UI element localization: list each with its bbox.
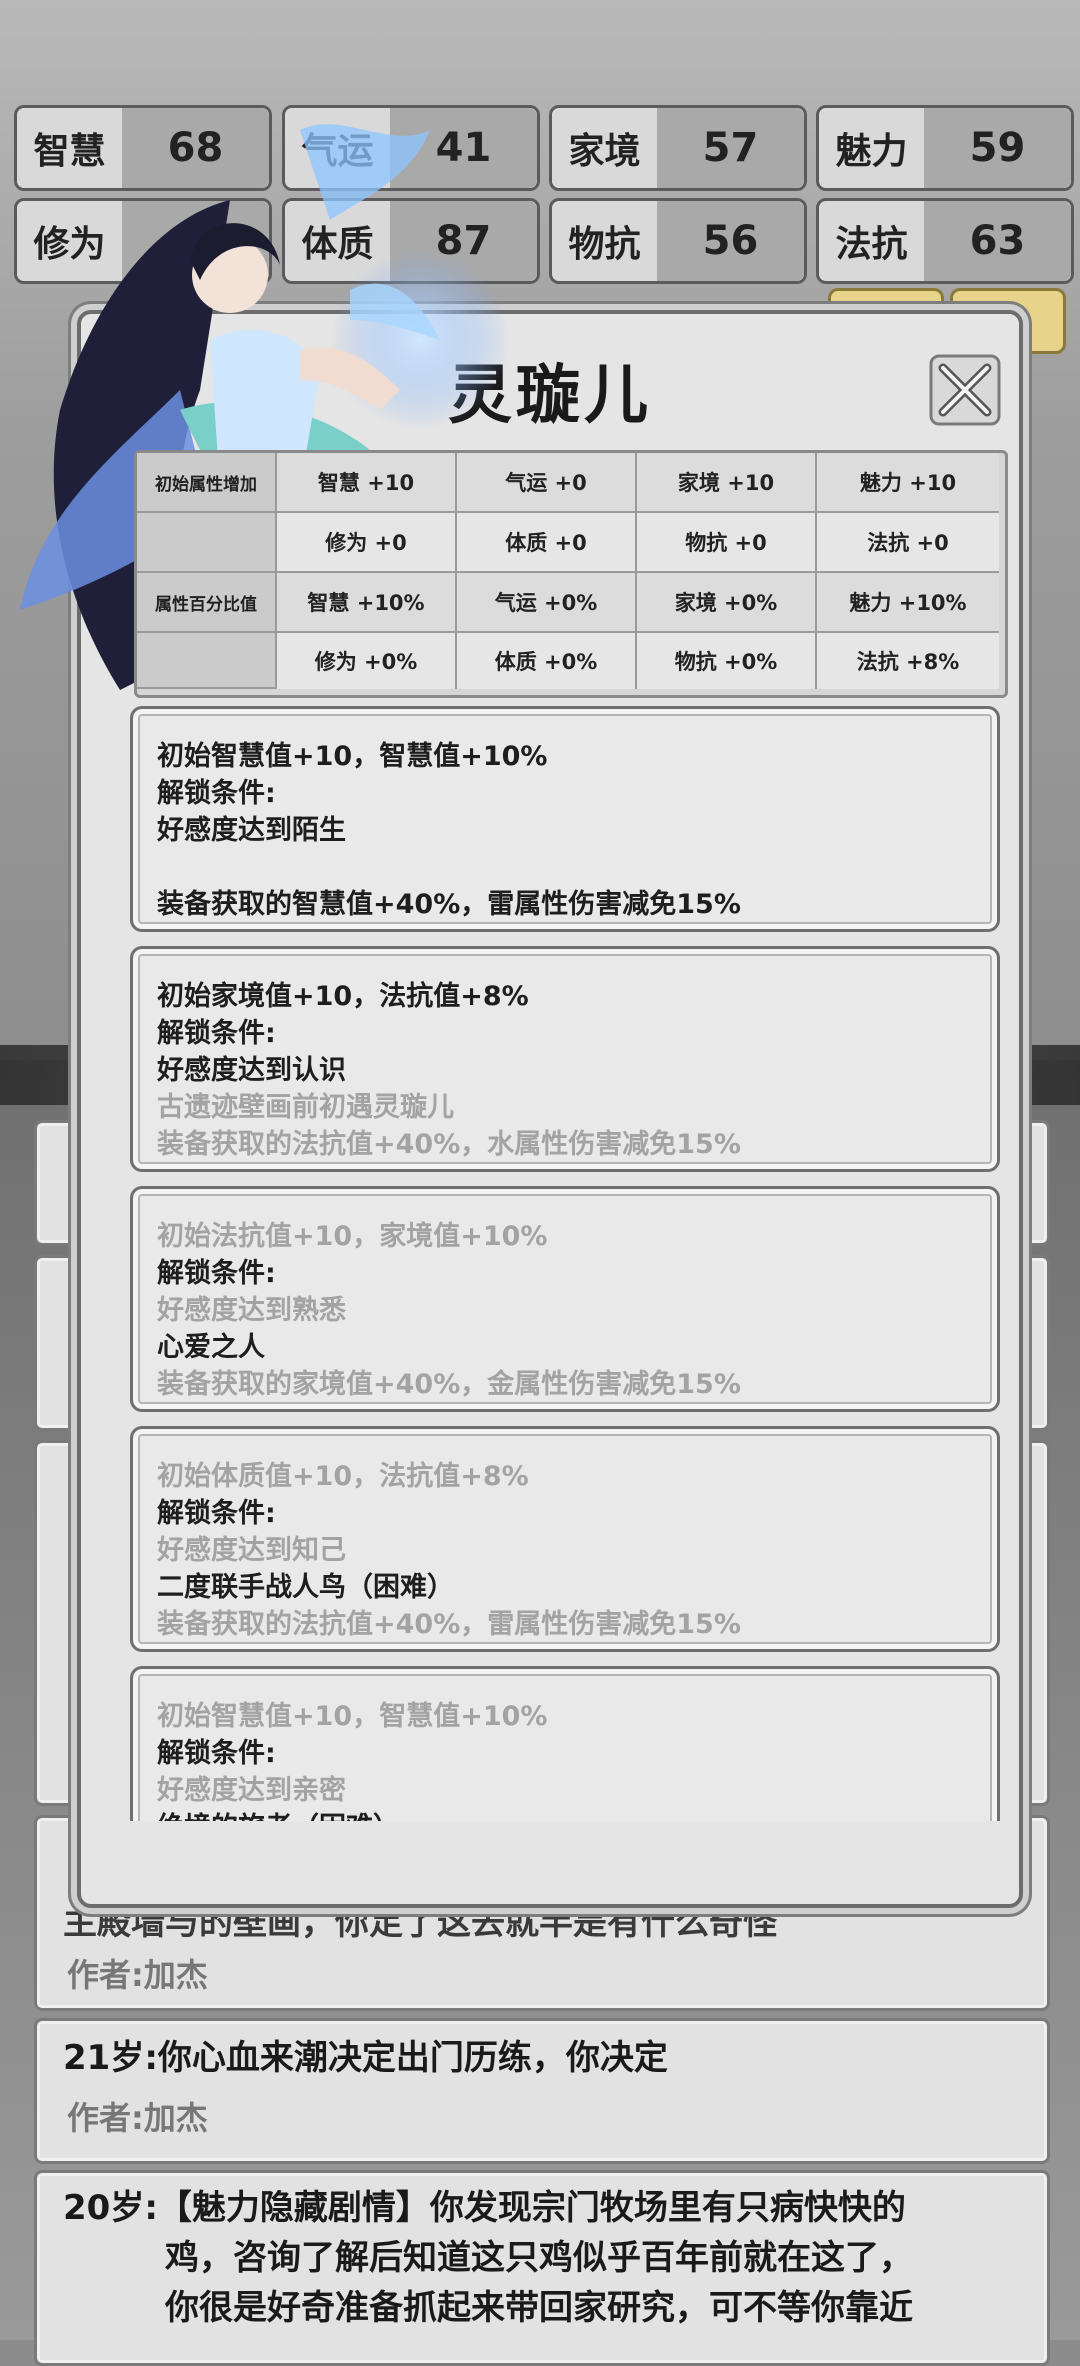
log-text: 鸡，咨询了解后知道这只鸡似乎百年前就在这了，	[165, 2238, 913, 2278]
card-effect: 初始家境值+10，法抗值+8%	[157, 981, 529, 1012]
card-condition: 心爱之人	[157, 1332, 265, 1363]
table-cell: 物抗 +0	[637, 513, 817, 573]
table-cell: 气运 +0	[457, 453, 637, 513]
log-entry: 20岁:【魅力隐藏剧情】你发现宗门牧场里有只病快快的 鸡，咨询了解后知道这只鸡似…	[34, 2170, 1050, 2366]
table-cell: 智慧 +10	[277, 453, 457, 513]
table-cell: 魅力 +10%	[817, 573, 999, 633]
card-effect: 初始智慧值+10，智慧值+10%	[157, 1701, 548, 1732]
table-cell: 修为 +0	[277, 513, 457, 573]
log-text: 20岁:【魅力隐藏剧情】你发现宗门牧场里有只病快快的	[63, 2188, 906, 2228]
stat-box-family: 家境 57	[549, 105, 807, 191]
card-unlock-label: 解锁条件:	[157, 778, 276, 809]
bond-card: 初始家境值+10，法抗值+8% 解锁条件: 好感度达到认识 古遗迹壁画前初遇灵璇…	[130, 946, 1000, 1172]
close-icon[interactable]	[929, 354, 1001, 426]
stat-value: 57	[657, 108, 804, 188]
table-cell: 体质 +0%	[457, 633, 637, 689]
table-row-header-empty	[137, 513, 277, 573]
card-condition: 好感度达到知己	[157, 1535, 346, 1566]
table-row-header: 初始属性增加	[137, 453, 277, 513]
table-row-header: 属性百分比值	[137, 573, 277, 633]
stat-label: 家境	[552, 108, 657, 188]
table-cell: 家境 +0%	[637, 573, 817, 633]
card-effect: 初始体质值+10，法抗值+8%	[157, 1461, 529, 1492]
table-cell: 法抗 +0	[817, 513, 999, 573]
stat-box-charm: 魅力 59	[816, 105, 1074, 191]
bond-card: 初始法抗值+10，家境值+10% 解锁条件: 好感度达到熟悉 心爱之人 装备获取…	[130, 1186, 1000, 1412]
card-equip-bonus: 装备获取的家境值+40%，金属性伤害减免15%	[157, 1369, 741, 1400]
stat-value: 63	[924, 201, 1071, 281]
card-condition: 好感度达到认识	[157, 1055, 346, 1086]
table-cell: 法抗 +8%	[817, 633, 999, 689]
stat-value: 59	[924, 108, 1071, 188]
card-condition: 好感度达到熟悉	[157, 1295, 346, 1326]
stat-value: 56	[657, 201, 804, 281]
card-condition: 绝境的旅者（困难）	[157, 1805, 400, 1821]
bond-card: 初始智慧值+10，智慧值+10% 解锁条件: 好感度达到陌生 装备获取的智慧值+…	[130, 706, 1000, 932]
stat-box-physical-resist: 物抗 56	[549, 198, 807, 284]
card-unlock-label: 解锁条件:	[157, 1018, 276, 1049]
table-cell: 智慧 +10%	[277, 573, 457, 633]
stat-box-magic-resist: 法抗 63	[816, 198, 1074, 284]
table-cell: 家境 +10	[637, 453, 817, 513]
card-condition: 二度联手战人鸟（困难）	[157, 1572, 454, 1603]
card-unlock-label: 解锁条件:	[157, 1498, 276, 1529]
log-author: 作者:加杰	[67, 2099, 208, 2137]
card-unlock-label: 解锁条件:	[157, 1738, 276, 1769]
table-cell: 气运 +0%	[457, 573, 637, 633]
table-cell: 魅力 +10	[817, 453, 999, 513]
card-condition: 古遗迹壁画前初遇灵璇儿	[157, 1092, 454, 1123]
attribute-table: 初始属性增加 属性百分比值 智慧 +10 气运 +0 家境 +10 魅力 +10…	[134, 450, 1008, 698]
table-cell: 物抗 +0%	[637, 633, 817, 689]
bond-card-list[interactable]: 初始智慧值+10，智慧值+10% 解锁条件: 好感度达到陌生 装备获取的智慧值+…	[130, 706, 1000, 1821]
card-condition: 好感度达到亲密	[157, 1775, 346, 1806]
bond-card: 初始智慧值+10，智慧值+10% 解锁条件: 好感度达到亲密 绝境的旅者（困难）	[130, 1666, 1000, 1821]
stat-label: 法抗	[819, 201, 924, 281]
table-cell: 体质 +0	[457, 513, 637, 573]
card-equip-bonus: 装备获取的法抗值+40%，水属性伤害减免15%	[157, 1129, 741, 1160]
card-condition: 好感度达到陌生	[157, 815, 346, 846]
log-text: 你很是好奇准备抓起来带回家研究，可不等你靠近	[165, 2288, 913, 2328]
log-entry: 21岁:你心血来潮决定出门历练，你决定 作者:加杰	[34, 2018, 1050, 2164]
card-equip-bonus: 装备获取的智慧值+40%，雷属性伤害减免15%	[157, 889, 741, 920]
table-cell: 修为 +0%	[277, 633, 457, 689]
card-unlock-label: 解锁条件:	[157, 1258, 276, 1289]
card-equip-bonus: 装备获取的法抗值+40%，雷属性伤害减免15%	[157, 1609, 741, 1640]
stat-label: 魅力	[819, 108, 924, 188]
log-author: 作者:加杰	[67, 1956, 208, 1994]
bond-card: 初始体质值+10，法抗值+8% 解锁条件: 好感度达到知己 二度联手战人鸟（困难…	[130, 1426, 1000, 1652]
card-effect: 初始法抗值+10，家境值+10%	[157, 1221, 548, 1252]
card-effect: 初始智慧值+10，智慧值+10%	[157, 741, 548, 772]
table-row-header-empty	[137, 633, 277, 689]
log-text: 21岁:你心血来潮决定出门历练，你决定	[63, 2038, 668, 2078]
stat-label: 物抗	[552, 201, 657, 281]
